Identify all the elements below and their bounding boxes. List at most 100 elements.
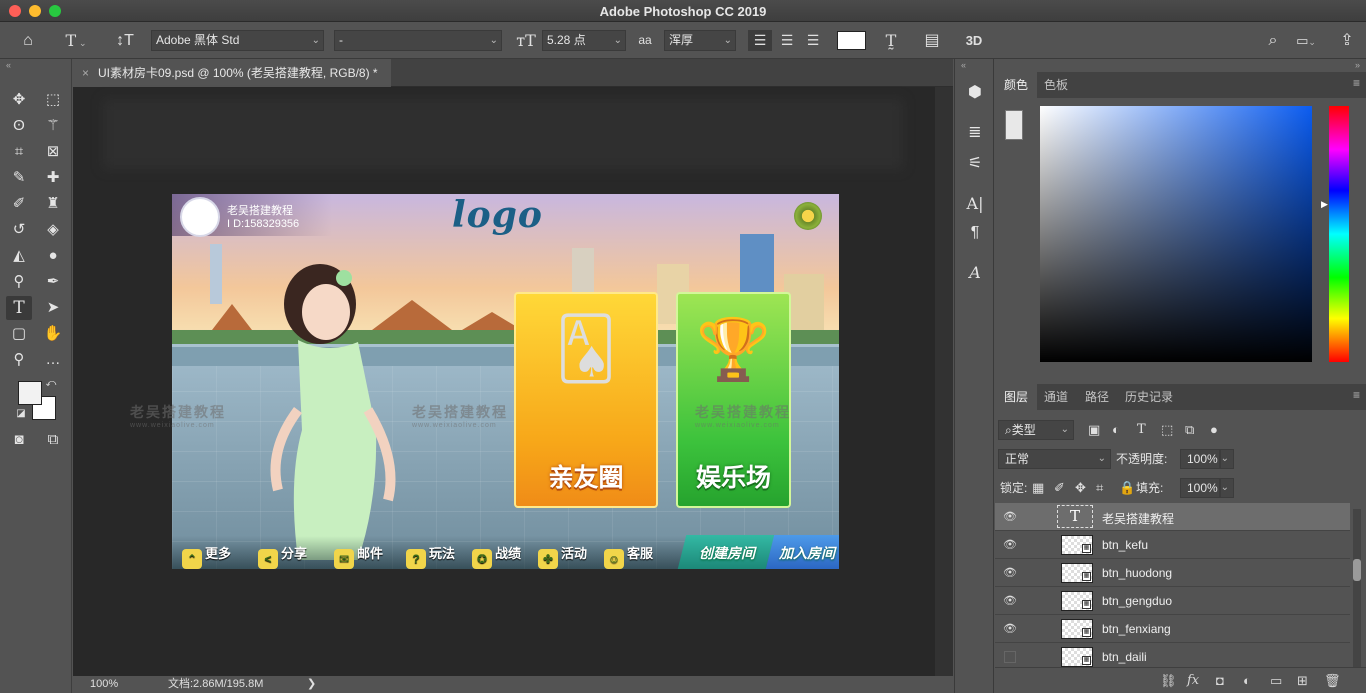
font-style-select[interactable]: - ⌄ [334, 30, 502, 51]
align-center-icon[interactable]: ☰ [775, 30, 799, 51]
share-button[interactable]: < 分享 [258, 543, 307, 569]
tab-channels[interactable]: 通道 [1035, 384, 1077, 410]
tab-history[interactable]: 历史记录 [1116, 384, 1182, 410]
share-icon[interactable]: ⇪ [1336, 30, 1358, 51]
layer-row[interactable]: 👁 ▦ btn_huodong [995, 559, 1350, 587]
eyedropper-tool-icon[interactable]: ✎ [6, 166, 32, 190]
more-tools-icon[interactable]: … [40, 348, 66, 372]
layer-row[interactable]: 👁 T 老吴搭建教程 [995, 503, 1350, 531]
lock-image-icon[interactable]: ✐ [1054, 478, 1065, 498]
toggle-text-orientation-icon[interactable]: ↕T [113, 30, 137, 51]
fill-dropdown[interactable]: ⌄ [1220, 478, 1234, 498]
opacity-field[interactable]: 100% [1180, 449, 1220, 469]
search-icon[interactable]: ⌕ [1262, 30, 1284, 51]
canvas-vertical-scrollbar[interactable] [935, 87, 953, 676]
align-right-icon[interactable]: ☰ [801, 30, 825, 51]
layer-row[interactable]: 👁 ▦ btn_kefu [995, 531, 1350, 559]
paragraph-icon[interactable]: ¶ [963, 222, 987, 244]
new-layer-icon[interactable]: ⊞ [1297, 673, 1308, 689]
screen-mode-icon[interactable]: ⧉ [40, 428, 66, 452]
collapse-panels-icon[interactable]: » [1355, 60, 1360, 70]
color-picker-field[interactable] [1040, 106, 1312, 362]
close-tab-icon[interactable]: × [82, 59, 89, 87]
align-left-icon[interactable]: ☰ [748, 30, 772, 51]
entertainment-card[interactable]: 🏆 娱乐场 [676, 292, 791, 508]
status-chevron-icon[interactable]: ❯ [307, 676, 316, 693]
type-tool-icon[interactable]: T [6, 296, 32, 320]
filter-smart-object-icon[interactable]: ⧉ [1185, 420, 1194, 440]
tab-layers[interactable]: 图层 [995, 384, 1038, 410]
default-colors-icon[interactable]: ◪ [14, 407, 28, 421]
blur-tool-icon[interactable]: ● [40, 244, 66, 268]
artwork-canvas[interactable]: 老吴搭建教程 I D:158329356 logo 🂡 亲友圈 🏆 娱乐场 ⌃ 更… [172, 194, 839, 569]
magic-wand-tool-icon[interactable]: ⚚ [40, 114, 66, 138]
rules-button[interactable]: ? 玩法 [406, 543, 455, 569]
character-panel-icon[interactable]: ▤ [920, 30, 944, 51]
document-tab[interactable]: × UI素材房卡09.psd @ 100% (老吴搭建教程, RGB/8) * [73, 59, 391, 87]
avatar[interactable] [180, 197, 220, 237]
adjustments-icon[interactable]: ⚟ [963, 153, 987, 175]
filter-adjustment-icon[interactable]: ◐ [1112, 420, 1120, 440]
link-layers-icon[interactable]: ⛓ [1160, 673, 1177, 689]
font-size-field[interactable]: 5.28 点 ⌄ [542, 30, 626, 51]
lock-all-icon[interactable]: 🔒 [1119, 478, 1135, 498]
layer-row[interactable]: 👁 ▦ btn_gengduo [995, 587, 1350, 615]
brush-tool-icon[interactable]: ✐ [6, 192, 32, 216]
events-button[interactable]: ✤ 活动 [538, 543, 587, 569]
lock-transparency-icon[interactable]: ▦ [1032, 478, 1044, 498]
font-family-select[interactable]: Adobe 黑体 Std ⌄ [151, 30, 324, 51]
home-icon[interactable]: ⌂ [16, 30, 40, 51]
filter-toggle-icon[interactable]: ● [1210, 420, 1218, 440]
visibility-eye-icon[interactable]: 👁 [1003, 510, 1017, 524]
text-tool-preset-icon[interactable]: T ⌄ [58, 30, 94, 51]
swap-colors-icon[interactable]: ⤺ [44, 377, 58, 391]
move-tool-icon[interactable]: ✥ [6, 88, 32, 112]
visibility-toggle-empty[interactable] [1004, 651, 1016, 663]
text-color-swatch[interactable] [837, 31, 866, 50]
visibility-eye-icon[interactable]: 👁 [1003, 566, 1017, 580]
color-panel-swatch[interactable] [1005, 110, 1023, 140]
marquee-tool-icon[interactable]: ⬚ [40, 88, 66, 112]
filter-type-icon[interactable]: T [1137, 420, 1146, 440]
panel-menu-icon[interactable]: ≡ [1353, 388, 1360, 402]
pen-tool-icon[interactable]: ✒ [40, 270, 66, 294]
paint-bucket-tool-icon[interactable]: ◭ [6, 244, 32, 268]
hue-slider-handle[interactable]: ▶ [1321, 199, 1328, 210]
tab-swatches[interactable]: 色板 [1035, 72, 1077, 98]
workspace-icon[interactable]: ▭⌄ [1292, 30, 1320, 51]
fill-field[interactable]: 100% [1180, 478, 1220, 498]
lock-position-icon[interactable]: ✥ [1075, 478, 1086, 498]
rectangle-tool-icon[interactable]: ▢ [6, 322, 32, 346]
dodge-tool-icon[interactable]: ⚲ [6, 270, 32, 294]
visibility-eye-icon[interactable]: 👁 [1003, 594, 1017, 608]
path-selection-tool-icon[interactable]: ➤ [40, 296, 66, 320]
layer-row[interactable]: 👁 ▦ btn_fenxiang [995, 615, 1350, 643]
quick-mask-icon[interactable]: ◙ [6, 428, 32, 452]
healing-brush-tool-icon[interactable]: ✚ [40, 166, 66, 190]
lasso-tool-icon[interactable]: ʘ [6, 114, 32, 138]
brush-settings-icon[interactable]: ≣ [963, 122, 987, 144]
tab-paths[interactable]: 路径 [1076, 384, 1118, 410]
collapse-dock-icon[interactable]: « [961, 60, 966, 70]
filter-pixel-icon[interactable]: ▣ [1088, 420, 1100, 440]
friends-circle-card[interactable]: 🂡 亲友圈 [514, 292, 658, 508]
support-button[interactable]: ☺ 客服 [604, 543, 653, 569]
filter-shape-icon[interactable]: ⬚ [1161, 420, 1173, 440]
add-mask-icon[interactable]: ◘ [1216, 673, 1224, 688]
zoom-level[interactable]: 100% [90, 676, 118, 693]
layer-filter-select[interactable]: ⌕类型 ⌄ [998, 420, 1074, 440]
tab-color[interactable]: 颜色 [995, 72, 1038, 98]
panel-menu-icon[interactable]: ≡ [1353, 76, 1360, 90]
settings-gear-icon[interactable] [794, 202, 822, 230]
opacity-dropdown[interactable]: ⌄ [1220, 449, 1234, 469]
layers-scrollbar[interactable] [1353, 509, 1361, 669]
crop-tool-icon[interactable]: ⌗ [6, 140, 32, 164]
zoom-tool-icon[interactable]: ⚲ [6, 348, 32, 372]
more-button[interactable]: ⌃ 更多 [182, 543, 231, 569]
frame-tool-icon[interactable]: ⊠ [40, 140, 66, 164]
visibility-eye-icon[interactable]: 👁 [1003, 538, 1017, 552]
eraser-tool-icon[interactable]: ◈ [40, 218, 66, 242]
mail-button[interactable]: ✉ 邮件 [334, 543, 383, 569]
hand-tool-icon[interactable]: ✋ [40, 322, 66, 346]
history-brush-tool-icon[interactable]: ↺ [6, 218, 32, 242]
